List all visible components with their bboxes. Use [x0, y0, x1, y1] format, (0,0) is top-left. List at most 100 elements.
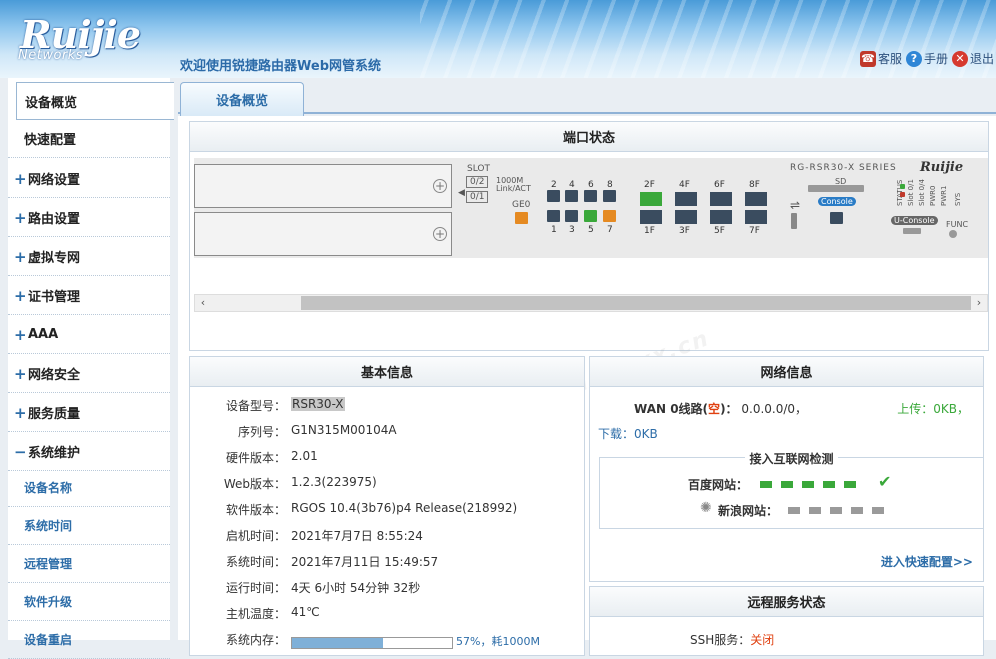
baidu-progress-dot — [760, 481, 772, 488]
sd-slot[interactable] — [808, 185, 864, 192]
ssh-state: 关闭 — [750, 633, 775, 647]
sidebar-item-label: 虚拟专网 — [28, 251, 81, 266]
sidebar-subitem-device-restart[interactable]: 设备重启 — [8, 621, 170, 659]
network-info-title: 网络信息 — [590, 357, 983, 387]
basic-info-panel: 基本信息 设备型号： RSR30-X 序列号： G1N315M00104A 硬件版本… — [189, 356, 585, 656]
sidebar-subitem-remote-mgmt[interactable]: 远程管理 — [8, 545, 170, 583]
info-row-memory: 系统内存： 57%，耗1000M — [190, 629, 586, 649]
sfp-3f[interactable] — [675, 210, 697, 224]
slot-card-2[interactable]: + — [194, 164, 452, 208]
expand-icon: + — [14, 403, 27, 422]
horizontal-scrollbar[interactable]: ‹ › — [194, 294, 988, 312]
u-console-port[interactable] — [903, 228, 921, 234]
sfp-7f[interactable] — [745, 210, 767, 224]
sfp-2f[interactable] — [640, 192, 662, 206]
sfp-number: 4F — [679, 180, 690, 190]
port-3[interactable] — [565, 210, 578, 222]
port-6[interactable] — [584, 190, 597, 202]
expand-icon: + — [14, 286, 27, 305]
sidebar-item-label: 证书管理 — [28, 290, 81, 305]
info-key: 设备型号： — [225, 399, 286, 413]
sidebar-subitem-device-name[interactable]: 设备名称 — [8, 469, 170, 507]
slot-01-button[interactable]: 0/1 — [466, 191, 489, 203]
model-label: RG-RSR30-X SERIES — [790, 163, 897, 173]
sidebar-item-vpn[interactable]: + 虚拟专网 — [8, 238, 170, 276]
port-1[interactable] — [547, 210, 560, 222]
sidebar-item-security[interactable]: + 网络安全 — [8, 355, 170, 393]
basic-info-title: 基本信息 — [190, 357, 584, 387]
sfp-6f[interactable] — [710, 192, 732, 206]
sfp-number: 6F — [714, 180, 725, 190]
scroll-right-icon[interactable]: › — [972, 296, 986, 310]
welcome-title: 欢迎使用锐捷路由器Web网管系统 — [180, 59, 381, 74]
quick-config-link[interactable]: 进入快速配置>> — [881, 553, 973, 570]
status-led — [900, 184, 905, 189]
port-4[interactable] — [565, 190, 578, 202]
slot-arrow-icon[interactable]: ◀ — [458, 188, 465, 198]
main-area: 设备概览 端口状态 + + SLOT ◀ 0/2 0/1 1000M Link/… — [178, 78, 996, 656]
slot-02-button[interactable]: 0/2 — [466, 176, 489, 188]
sidebar-item-network-settings[interactable]: + 网络设置 — [8, 160, 170, 198]
internet-detect-box: 接入互联网检测 百度网站： ✔ ✺ 新浪网站： — [599, 452, 984, 529]
sidebar-item-label: 系统维护 — [28, 446, 81, 461]
port-2[interactable] — [547, 190, 560, 202]
wan-tail: )： — [720, 402, 738, 416]
sidebar-item-routing[interactable]: + 路由设置 — [8, 199, 170, 237]
expand-icon: + — [14, 169, 27, 188]
sfp-5f[interactable] — [710, 210, 732, 224]
sidebar-item-maintenance[interactable]: − 系统维护 — [8, 433, 170, 471]
slot-card-1[interactable]: + — [194, 212, 452, 256]
manual-link[interactable]: ? 手册 — [905, 50, 948, 67]
sfp-8f[interactable] — [745, 192, 767, 206]
info-row-software: 软件版本： RGOS 10.4(3b76)p4 Release(218992) — [190, 499, 586, 519]
help-icon: ? — [905, 50, 922, 67]
port-number: 3 — [569, 225, 575, 235]
tab-device-overview[interactable]: 设备概览 — [180, 82, 304, 116]
baidu-label: 百度网站： — [688, 478, 749, 492]
customer-service-link[interactable]: ☎ 客服 — [859, 50, 902, 67]
add-module-icon[interactable]: + — [433, 179, 447, 193]
expand-icon: + — [14, 325, 27, 344]
sidebar-item-device-overview[interactable]: 设备概览 — [16, 82, 174, 120]
port-8[interactable] — [603, 190, 616, 202]
exit-icon: ✕ — [951, 50, 968, 67]
add-module-icon[interactable]: + — [433, 227, 447, 241]
sidebar-item-qos[interactable]: + 服务质量 — [8, 394, 170, 432]
sidebar-item-label: 路由设置 — [28, 212, 81, 227]
port-5[interactable] — [584, 210, 597, 222]
sfp-1f[interactable] — [640, 210, 662, 224]
expand-icon: + — [14, 247, 27, 266]
logout-link[interactable]: ✕ 退出 — [951, 50, 994, 67]
sfp-4f[interactable] — [675, 192, 697, 206]
sina-progress-dot — [851, 507, 863, 514]
sidebar-subitem-software-upgrade[interactable]: 软件升级 — [8, 583, 170, 621]
port-number: 8 — [607, 180, 613, 190]
sina-label: 新浪网站： — [718, 504, 779, 518]
pwr0-label: PWR0 — [929, 185, 937, 206]
port-number: 5 — [588, 225, 594, 235]
sidebar-item-certificates[interactable]: + 证书管理 — [8, 277, 170, 315]
sfp-number: 7F — [749, 226, 760, 236]
device-front-panel: + + SLOT ◀ 0/2 0/1 1000M Link/ACT GE0 2 … — [194, 158, 988, 258]
func-label: FUNC — [946, 220, 969, 229]
port-ge0[interactable] — [515, 212, 528, 224]
ruijie-logo: Ruijie Networks — [16, 10, 168, 64]
info-key: 软件版本： — [225, 503, 286, 517]
scrollbar-thumb[interactable] — [301, 296, 971, 310]
scroll-left-icon[interactable]: ‹ — [196, 296, 210, 310]
func-button[interactable] — [949, 230, 957, 238]
usb-port[interactable] — [791, 213, 797, 229]
sidebar-item-aaa[interactable]: + AAA — [8, 316, 170, 354]
sidebar-subitem-label: 远程管理 — [24, 557, 73, 571]
network-info-panel: 网络信息 WAN 0线路(空)： 0.0.0.0/0， 上传：0KB， 下载：0… — [589, 356, 984, 582]
logout-label: 退出 — [969, 52, 994, 66]
console-port[interactable] — [830, 212, 843, 224]
collapse-icon: − — [14, 442, 27, 461]
detect-title: 接入互联网检测 — [745, 452, 838, 466]
sidebar-item-quick-config[interactable]: 快速配置 — [8, 120, 170, 158]
sidebar-subitem-system-time[interactable]: 系统时间 — [8, 507, 170, 545]
port-7[interactable] — [603, 210, 616, 222]
info-value: G1N315M00104A — [291, 423, 397, 437]
legend-link-act: Link/ACT — [496, 184, 531, 193]
pwr1-label: PWR1 — [940, 185, 948, 206]
